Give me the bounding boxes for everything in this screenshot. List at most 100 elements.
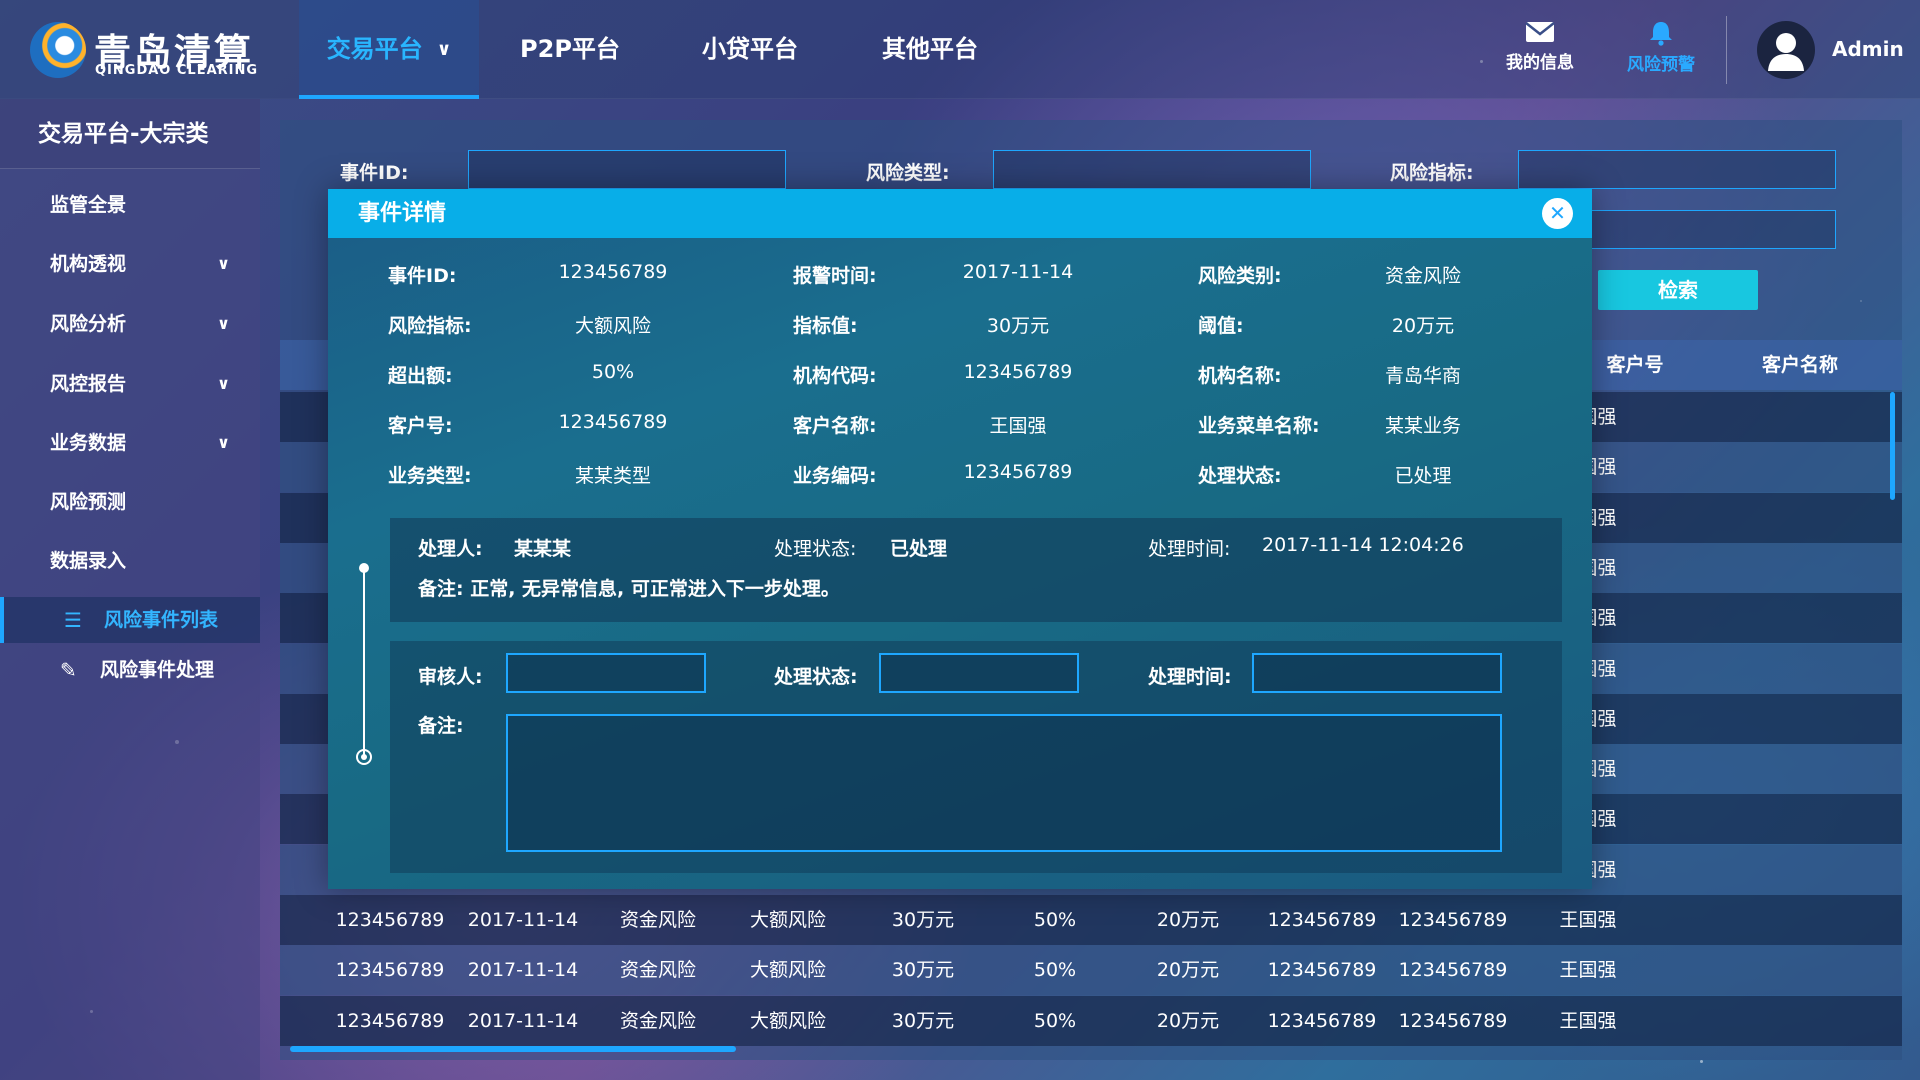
detail-value: 已处理 [1394,465,1452,487]
process-time-label: 处理时间: [1148,538,1231,560]
sidebar-item-label: 风控报告 [50,373,127,395]
search-button[interactable]: 检索 [1598,270,1758,310]
table-cell: 资金风险 [619,959,696,982]
modal-header: 事件详情 ✕ [328,189,1592,238]
nav-item-other[interactable]: 其他平台 [860,0,1000,99]
reviewer-input[interactable] [506,653,706,693]
sidebar-item-label: 业务数据 [50,432,127,454]
detail-value: 123456789 [558,411,668,433]
detail-label: 客户名称: [793,415,877,437]
sidebar-item-label: 监管全景 [50,194,127,216]
table-cell: 123456789 [335,909,445,931]
brand-logo[interactable]: 青岛清算 QINGDAO CLEARING [0,0,299,99]
sidebar-item-institution[interactable]: 机构透视 ∨ [0,241,260,287]
detail-label: 风险类别: [1198,265,1282,287]
table-cell: 大额风险 [749,1009,826,1032]
sidebar-item-risk-forecast[interactable]: 风险预测 [0,479,260,525]
detail-label: 业务编码: [793,465,877,487]
close-icon[interactable]: ✕ [1542,198,1573,229]
user-avatar-icon[interactable] [1757,21,1815,79]
table-cell: 123456789 [1398,959,1508,982]
risk-alert-button[interactable]: 风险预警 [1616,20,1706,75]
nav-item-label: 交易平台 [326,35,423,63]
sidebar-sub-risk-event-list[interactable]: ☰ 风险事件列表 [0,597,260,643]
table-row[interactable]: 123456789 2017-11-14 资金风险 大额风险 30万元 50% 20万元 12… [280,945,1902,996]
column-header-customer-name[interactable]: 客户名称 [1735,340,1865,390]
user-name[interactable]: Admin [1832,37,1904,61]
table-cell: 30万元 [891,959,955,982]
detail-value: 王国强 [989,415,1047,437]
review-remark-textarea[interactable] [506,714,1502,852]
table-cell: 2017-11-14 [467,909,579,931]
table-cell: 资金风险 [619,1009,696,1032]
event-detail-modal: 事件详情 ✕ 事件ID: 123456789 报警时间: 2017-11-14 风险类别… [328,189,1592,889]
table-cell: 大额风险 [749,909,826,931]
table-cell: 123456789 [1398,909,1508,931]
horizontal-scrollbar[interactable] [290,1046,736,1052]
sidebar-item-label: 机构透视 [50,253,127,275]
table-row[interactable]: 123456789 2017-11-14 资金风险 大额风险 30万元 50% 20万元 12… [280,895,1902,945]
risk-indicator-input[interactable] [1518,150,1836,189]
table-cell: 50% [1033,909,1077,931]
table-cell: 2017-11-14 [467,959,579,982]
vertical-scrollbar[interactable] [1890,392,1895,500]
chevron-down-icon: ∨ [217,314,230,333]
detail-label: 机构名称: [1198,365,1282,387]
my-messages-label: 我的信息 [1506,53,1574,73]
detail-value: 20万元 [1391,315,1455,337]
timeline-start-dot [359,563,369,573]
sidebar-title: 交易平台-大宗类 [0,99,260,169]
sidebar-item-overview[interactable]: 监管全景 [0,182,260,228]
detail-value: 30万元 [986,315,1050,337]
timeline-line [363,569,365,759]
my-messages-button[interactable]: 我的信息 [1495,20,1585,73]
detail-value: 某某业务 [1384,415,1461,437]
detail-value: 资金风险 [1384,265,1461,287]
table-row[interactable]: 123456789 2017-11-14 资金风险 大额风险 30万元 50% 20万元 12… [280,995,1902,1046]
sidebar-item-risk-analysis[interactable]: 风险分析 ∨ [0,301,260,347]
table-cell: 123456789 [1398,1009,1508,1032]
sidebar-item-label: 风险事件列表 [104,609,219,631]
table-cell: 资金风险 [619,909,696,931]
sidebar-item-risk-report[interactable]: 风控报告 ∨ [0,361,260,407]
detail-value: 123456789 [963,361,1073,383]
column-header-customer-no[interactable]: 客户号 [1575,340,1695,390]
detail-label: 处理状态: [1198,465,1282,487]
handler-label: 处理人: [418,538,483,560]
nav-item-p2p[interactable]: P2P平台 [500,0,640,99]
process-remark: 备注: 正常, 无异常信息, 可正常进入下一步处理。 [418,578,840,600]
sidebar-sub-risk-event-handle[interactable]: ✎ 风险事件处理 [0,647,260,693]
sidebar-item-business-data[interactable]: 业务数据 ∨ [0,420,260,466]
detail-label: 业务类型: [388,465,472,487]
review-form: 审核人: 处理状态: 处理时间: 备注: [390,641,1562,873]
reviewer-label: 审核人: [418,666,483,688]
top-bar: 青岛清算 QINGDAO CLEARING 交易平台 ∨ P2P平台 小贷平台 其… [0,0,1920,99]
table-cell: 王国强 [1559,909,1617,931]
table-cell: 王国强 [1559,1009,1617,1032]
chevron-down-icon: ∨ [217,374,230,393]
nav-item-trading[interactable]: 交易平台 ∨ [299,0,479,99]
review-status-input[interactable] [879,653,1079,693]
event-id-input[interactable] [468,150,786,189]
sidebar-item-label: 数据录入 [50,550,127,572]
brand-name-en: QINGDAO CLEARING [95,63,259,78]
process-record: 处理人: 某某某 处理状态: 已处理 处理时间: 2017-11-14 12:0… [390,518,1562,622]
detail-label: 事件ID: [388,265,457,287]
detail-label: 客户号: [388,415,453,437]
chevron-down-icon: ∨ [217,254,230,273]
detail-value: 50% [591,361,635,383]
risk-type-input[interactable] [993,150,1311,189]
table-cell: 123456789 [1267,1009,1377,1032]
detail-value: 123456789 [963,461,1073,483]
modal-title: 事件详情 [358,201,447,226]
detail-label: 阈值: [1198,315,1244,337]
handler-value: 某某某 [514,538,572,560]
sidebar-item-label: 风险分析 [50,313,127,335]
edit-doc-icon: ✎ [60,658,77,682]
detail-label: 机构代码: [793,365,877,387]
sidebar-item-data-entry[interactable]: 数据录入 [0,538,260,584]
nav-item-microloan[interactable]: 小贷平台 [680,0,820,99]
review-time-input[interactable] [1252,653,1502,693]
detail-value: 123456789 [558,261,668,283]
review-remark-label: 备注: [418,715,464,737]
